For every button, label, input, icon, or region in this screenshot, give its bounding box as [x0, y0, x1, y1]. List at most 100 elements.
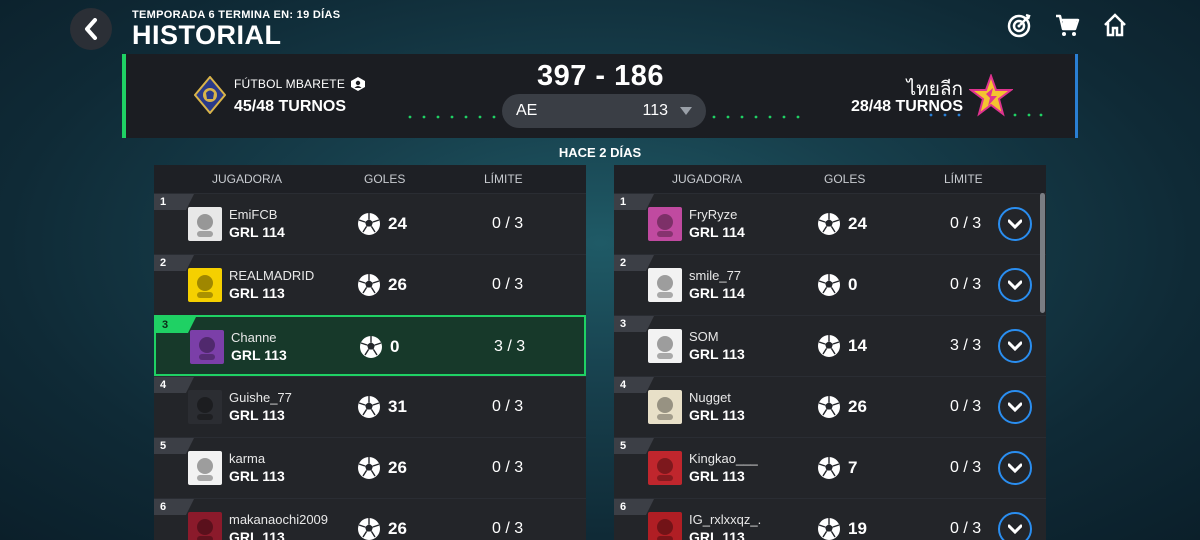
player-name: Channe: [231, 330, 277, 345]
skull-avatar-icon: [190, 330, 224, 364]
player-name: REALMADRID: [229, 268, 315, 283]
back-button[interactable]: [70, 8, 112, 50]
soccer-ball-icon: [358, 518, 380, 540]
table-row[interactable]: 6 IG_rxlxxqz_. GRL 113 19 0 / 3: [614, 498, 1046, 540]
dropdown-value: 113: [642, 102, 668, 119]
table-row[interactable]: 4 Nugget GRL 113 26 0 / 3: [614, 376, 1046, 437]
player-limit: 3 / 3: [494, 338, 526, 355]
player-rating: GRL 114: [689, 285, 745, 301]
red-badge-icon: [648, 451, 682, 485]
target-icon[interactable]: [1006, 12, 1032, 38]
soccer-ball-icon: [360, 336, 382, 358]
header-player: JUGADOR/A: [212, 172, 283, 186]
player-rating: GRL 113: [231, 347, 287, 363]
match-date-label: HACE 2 DÍAS: [558, 145, 642, 160]
tottenham-badge-icon: [648, 268, 682, 302]
table-header: JUGADOR/A GOLES LÍMITE: [154, 165, 586, 193]
chevron-down-icon: [1008, 219, 1022, 229]
soccer-ball-icon: [358, 396, 380, 418]
soccer-ball-icon: [818, 274, 840, 296]
table-row[interactable]: 1 FryRyze GRL 114 24 0 / 3: [614, 193, 1046, 254]
table-row[interactable]: 4 Guishe_77 GRL 113 31 0 / 3: [154, 376, 586, 437]
header-player: JUGADOR/A: [672, 172, 743, 186]
player-limit: 0 / 3: [492, 215, 524, 232]
caret-down-icon: [680, 107, 692, 115]
progress-dots-left: [408, 115, 496, 119]
player-goals: 31: [388, 397, 407, 416]
player-rating: GRL 114: [689, 224, 745, 240]
soccer-ball-icon: [358, 213, 380, 235]
table-row[interactable]: 5 karma GRL 113 26 0 / 3: [154, 437, 586, 498]
table-row[interactable]: 5 Kingkao___ GRL 113 7 0 / 3: [614, 437, 1046, 498]
scrollbar[interactable]: [1040, 193, 1045, 313]
river-badge-icon: [188, 451, 222, 485]
player-name: IG_rxlxxqz_.: [689, 512, 762, 527]
player-goals: 26: [388, 519, 407, 538]
player-goals: 24: [848, 214, 867, 233]
position-filter-dropdown[interactable]: AE 113: [502, 94, 706, 128]
table-row[interactable]: 3 Channe GRL 113 0 3 / 3: [154, 315, 586, 376]
player-limit: 0 / 3: [950, 459, 982, 476]
player-name: Kingkao___: [689, 451, 758, 466]
table-row[interactable]: 2 smile_77 GRL 114 0 0 / 3: [614, 254, 1046, 315]
soccer-ball-icon: [818, 396, 840, 418]
player-name: Nugget: [689, 390, 731, 405]
expand-row-button[interactable]: [998, 207, 1032, 241]
player-rating: GRL 113: [229, 529, 285, 540]
player-limit: 0 / 3: [492, 520, 524, 537]
club-badge-icon: [188, 390, 222, 424]
home-icon[interactable]: [1102, 12, 1128, 38]
header-limit: LÍMITE: [484, 172, 523, 186]
player-name: makanaochi2009: [229, 512, 329, 527]
player-rating: GRL 114: [229, 224, 285, 240]
chevron-down-icon: [1008, 524, 1022, 534]
table-row[interactable]: 2 REALMADRID GRL 113 26 0 / 3: [154, 254, 586, 315]
player-rating: GRL 113: [689, 346, 745, 362]
player-portrait-icon: [648, 207, 682, 241]
expand-row-button[interactable]: [998, 268, 1032, 302]
table-row[interactable]: 6 makanaochi2009 GRL 113 26 0 / 3: [154, 498, 586, 540]
table-row[interactable]: 1 EmiFCB GRL 114 24 0 / 3: [154, 193, 586, 254]
left-players-table: JUGADOR/A GOLES LÍMITE 1 EmiFCB GRL 114 24 0…: [154, 165, 586, 540]
progress-dots-right: [929, 113, 1043, 117]
player-rating: GRL 113: [689, 529, 745, 540]
chevron-left-icon: [85, 18, 97, 40]
player-rating: GRL 113: [689, 407, 745, 423]
player-rating: GRL 113: [229, 468, 285, 484]
expand-row-button[interactable]: [998, 390, 1032, 424]
player-name: FryRyze: [689, 207, 738, 222]
table-row[interactable]: 3 SOM GRL 113 14 3 / 3: [614, 315, 1046, 376]
player-limit: 0 / 3: [950, 520, 982, 537]
player-limit: 3 / 3: [950, 337, 982, 354]
player-name: Guishe_77: [229, 390, 292, 405]
soccer-ball-icon: [818, 335, 840, 357]
player-name: EmiFCB: [229, 207, 278, 222]
player-limit: 0 / 3: [950, 276, 982, 293]
page-title: HISTORIAL: [132, 20, 282, 50]
right-players-table: JUGADOR/A GOLES LÍMITE 1 FryRyze GRL 114 24…: [614, 165, 1046, 540]
header-goals: GOLES: [824, 172, 866, 186]
chevron-down-icon: [1008, 341, 1022, 351]
expand-row-button[interactable]: [998, 451, 1032, 485]
player-goals: 14: [848, 336, 867, 355]
player-limit: 0 / 3: [492, 398, 524, 415]
player-goals: 24: [388, 214, 407, 233]
player-name: karma: [229, 451, 266, 466]
progress-dots-center: [712, 115, 800, 119]
player-limit: 0 / 3: [950, 398, 982, 415]
soccer-ball-icon: [818, 213, 840, 235]
player-name: SOM: [689, 329, 719, 344]
player-limit: 0 / 3: [492, 276, 524, 293]
soccer-ball-icon: [818, 457, 840, 479]
match-score-banner: FÚTBOL MBARETE 45/48 TURNOS 397 - 186 AE…: [122, 54, 1078, 138]
dropdown-label: AE: [516, 102, 538, 119]
expand-row-button[interactable]: [998, 329, 1032, 363]
chevron-down-icon: [1008, 463, 1022, 473]
player-goals: 0: [848, 275, 858, 294]
expand-row-button[interactable]: [998, 512, 1032, 540]
player-goals: 26: [848, 397, 867, 416]
header-goals: GOLES: [364, 172, 406, 186]
cart-icon[interactable]: [1054, 12, 1080, 38]
header-limit: LÍMITE: [944, 172, 983, 186]
player-limit: 0 / 3: [950, 215, 982, 232]
